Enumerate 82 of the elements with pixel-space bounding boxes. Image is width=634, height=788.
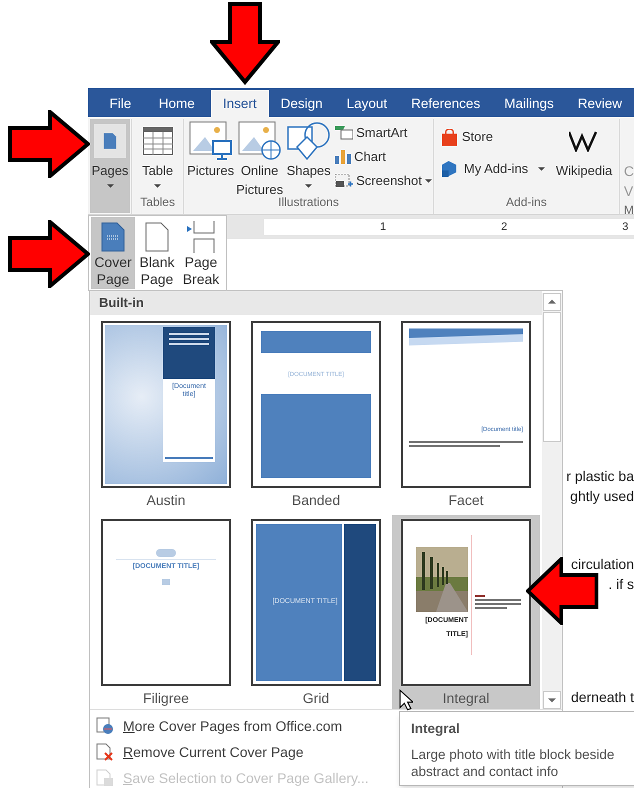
rule-line — [165, 457, 213, 459]
annotation-arrow-icon — [210, 0, 280, 86]
ribbon-button[interactable]: Pages — [90, 119, 130, 213]
document-text: ghtly used — [570, 487, 634, 506]
text-line — [169, 343, 209, 345]
add-ins-icon — [442, 160, 459, 178]
globe-page-icon — [96, 717, 114, 735]
text-line — [169, 338, 209, 340]
group-label: Illustrations — [278, 194, 339, 211]
ribbon-button[interactable]: Pictures — [187, 119, 234, 193]
group-label: Add-ins — [506, 194, 547, 211]
tooltip-title: Integral — [411, 720, 461, 738]
shapes-icon — [286, 121, 331, 161]
gallery-item-label: Facet — [448, 491, 484, 510]
pictures-icon — [188, 121, 233, 161]
caret-icon — [106, 184, 114, 188]
ribbon-button[interactable]: Table — [136, 119, 180, 193]
ribbon-button-label: V — [624, 182, 634, 201]
ribbon-tab[interactable]: File — [94, 90, 147, 117]
gallery-item-label: Filigree — [143, 689, 189, 708]
document-text: circulation — [570, 555, 634, 574]
document-text: derneath t — [570, 688, 634, 707]
page-icon — [145, 222, 169, 252]
text-line — [475, 603, 521, 605]
text-line — [475, 599, 521, 601]
bar-chart-icon — [335, 150, 352, 164]
gallery-item-label: Austin — [146, 491, 186, 510]
annotation-arrow-icon — [6, 220, 90, 288]
ribbon-button[interactable]: Wikipedia — [549, 119, 619, 193]
ribbon-tab[interactable]: Review — [566, 90, 634, 117]
group-label: Tables — [140, 194, 175, 211]
tooltip-text: Large photo with title block beside abstract and contact info — [411, 746, 616, 780]
scroll-up-icon[interactable] — [543, 293, 561, 311]
caret-icon — [305, 184, 312, 188]
gallery-item-label: Grid — [302, 689, 330, 708]
ribbon-tab[interactable]: Insert — [210, 90, 269, 117]
ribbon-tab[interactable]: Home — [146, 90, 207, 117]
ribbon-tab[interactable]: Mailings — [492, 90, 566, 117]
ribbon-tab[interactable]: Design — [268, 90, 335, 117]
flourish-icon — [156, 549, 176, 557]
ruler-number: 1 — [380, 220, 386, 235]
ribbon-tab[interactable]: Layout — [334, 90, 400, 117]
ribbon-small-button[interactable]: Chart — [334, 145, 433, 168]
table-icon — [142, 127, 173, 155]
ribbon-small-button[interactable]: SmartArt — [334, 121, 433, 144]
flourish-icon — [162, 578, 170, 584]
caret-icon — [154, 184, 162, 188]
document-text: r plastic ba — [566, 467, 634, 486]
page-icon — [103, 132, 117, 150]
ruler-number: 3 — [622, 220, 628, 235]
pages-menu-button[interactable]: Blank Page — [135, 217, 179, 289]
caret-icon — [538, 167, 546, 171]
ribbon-small-button[interactable]: Screenshot — [334, 169, 433, 192]
camera-icon — [335, 174, 354, 188]
page-icon — [101, 222, 125, 252]
annotation-arrow-icon — [6, 110, 90, 178]
wikipedia-icon — [569, 130, 600, 152]
section-header: Built-in — [90, 291, 542, 315]
scroll-thumb[interactable] — [543, 312, 561, 442]
ribbon-small-button[interactable]: My Add-ins — [442, 157, 546, 181]
ribbon-button[interactable]: Online Pictures — [236, 119, 284, 193]
gallery-item-label: Banded — [292, 491, 340, 510]
remove-page-icon — [96, 743, 114, 761]
text-line — [169, 333, 209, 335]
online-pictures-icon — [238, 121, 282, 161]
ribbon-small-button[interactable]: Store — [442, 125, 546, 149]
ribbon-button-label: C — [624, 162, 634, 181]
gallery-item-label: Integral — [442, 689, 490, 708]
ribbon-tab[interactable]: References — [399, 90, 492, 117]
pages-menu-button[interactable]: Cover Page — [91, 217, 135, 289]
scroll-down-icon[interactable] — [543, 691, 561, 709]
ribbon-button[interactable]: Shapes — [285, 119, 332, 193]
shopping-bag-icon — [442, 128, 457, 146]
pages-menu-button[interactable]: Page Break — [179, 217, 223, 289]
group-label: M — [624, 202, 634, 219]
facet-banner-icon — [409, 328, 523, 346]
caret-icon — [424, 178, 432, 182]
text-line — [475, 607, 508, 609]
page-break-icon — [186, 221, 216, 253]
ruler-number: 2 — [501, 220, 508, 235]
document-text: . if s — [608, 575, 634, 594]
smartart-icon — [335, 126, 354, 140]
